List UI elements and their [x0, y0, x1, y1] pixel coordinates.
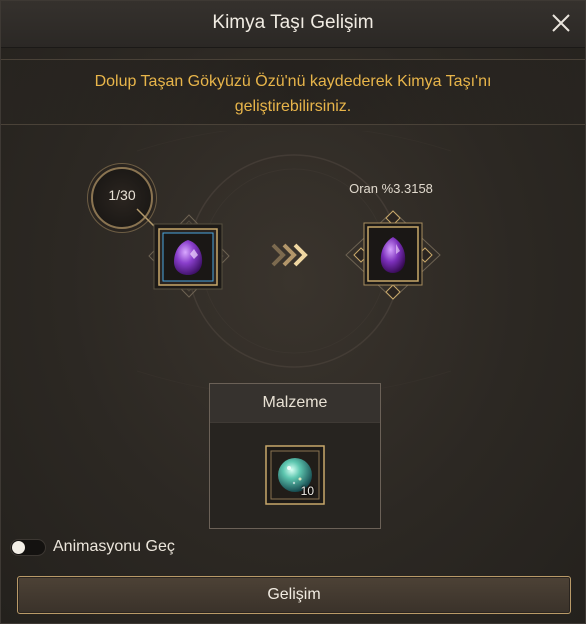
- info-text-line2: geliştirebilirsiniz.: [234, 98, 352, 115]
- skip-animation-label: Animasyonu Geç: [53, 538, 175, 555]
- info-banner: Dolup Taşan Gökyüzü Özü'nü kaydederek Ki…: [1, 59, 585, 125]
- purple-gem-icon: [380, 237, 406, 273]
- skip-animation-toggle[interactable]: [10, 539, 46, 556]
- material-count: 10: [300, 484, 314, 498]
- toggle-knob: [12, 541, 25, 554]
- result-stone-slot[interactable]: [344, 209, 442, 301]
- progress-arrows-icon: [271, 243, 308, 267]
- close-icon[interactable]: [549, 11, 573, 35]
- upgrade-window: Kimya Taşı Gelişim Dolup Taşan Gökyüzü Ö…: [0, 0, 586, 624]
- info-text-line1: Dolup Taşan Gökyüzü Özü'nü kaydederek Ki…: [94, 73, 492, 90]
- info-text: Dolup Taşan Gökyüzü Özü'nü kaydederek Ki…: [41, 69, 545, 119]
- current-stone-slot[interactable]: [147, 213, 231, 299]
- level-text: 1/30: [108, 187, 136, 203]
- title-bar: Kimya Taşı Gelişim: [1, 1, 585, 48]
- success-rate: Oran %3.3158: [349, 181, 433, 196]
- material-header: Malzeme: [210, 384, 380, 423]
- upgrade-button[interactable]: Gelişim: [17, 576, 571, 614]
- material-item-slot[interactable]: 10: [265, 445, 325, 505]
- purple-gem-icon: [174, 240, 203, 275]
- window-title: Kimya Taşı Gelişim: [212, 12, 374, 33]
- material-panel: Malzeme 10: [209, 383, 381, 529]
